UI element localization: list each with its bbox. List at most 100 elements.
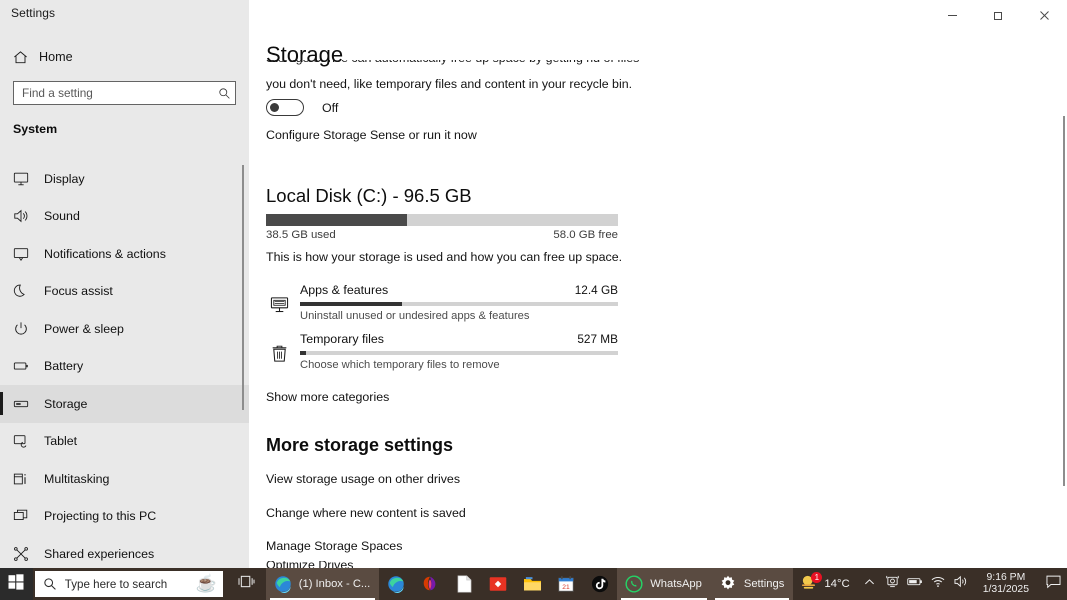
sidebar: Home System — [0, 0, 249, 568]
sidebar-item-home[interactable]: Home — [0, 44, 249, 70]
webcam-tray-button[interactable] — [881, 568, 904, 600]
disk-free-label: 58.0 GB free — [553, 229, 618, 241]
search-icon — [35, 577, 65, 591]
link-view-storage-usage[interactable]: View storage usage on other drives — [266, 472, 466, 486]
sidebar-item-tablet[interactable]: Tablet — [0, 423, 249, 461]
moon-icon — [13, 283, 39, 299]
tablet-icon — [13, 433, 39, 449]
link-optimize-drives-clipped[interactable]: Optimize Drives — [266, 561, 566, 568]
battery-tray-button[interactable] — [904, 568, 927, 600]
start-button[interactable] — [0, 568, 33, 600]
sidebar-item-storage[interactable]: Storage — [0, 385, 249, 423]
tray-clock[interactable]: 9:16 PM 1/31/2025 — [973, 568, 1039, 600]
taskbar-app-file-explorer[interactable] — [515, 568, 549, 600]
wifi-tray-button[interactable] — [927, 568, 950, 600]
taskbar-app-whatsapp[interactable]: WhatsApp — [617, 568, 711, 600]
minimize-button[interactable] — [929, 0, 975, 31]
storage-sense-toggle[interactable] — [266, 99, 304, 116]
sidebar-item-sound[interactable]: Sound — [0, 198, 249, 236]
configure-storage-sense-link[interactable]: Configure Storage Sense or run it now — [266, 128, 477, 142]
close-button[interactable] — [1021, 0, 1067, 31]
storage-category-bar — [300, 302, 618, 306]
sidebar-item-label: Display — [44, 171, 85, 186]
storage-sense-toggle-label: Off — [322, 100, 339, 115]
taskbar-app-red[interactable] — [481, 568, 515, 600]
power-icon — [13, 321, 39, 337]
sidebar-item-focus-assist[interactable]: Focus assist — [0, 273, 249, 311]
main-scrollbar[interactable] — [1063, 116, 1065, 486]
sidebar-item-multitasking[interactable]: Multitasking — [0, 460, 249, 498]
storage-sense-toggle-row: Off — [266, 99, 338, 116]
notification-icon — [13, 246, 39, 262]
disk-usage-bar-used — [266, 214, 407, 226]
disk-usage-bar — [266, 214, 618, 226]
weather-notification-badge: 1 — [811, 572, 823, 583]
storage-category-bar-fill — [300, 351, 307, 355]
storage-category-name: Apps & features — [300, 283, 389, 297]
gear-icon — [718, 574, 738, 594]
sidebar-nav-list: Display Sound Notifications & actions Fo… — [0, 160, 249, 568]
projecting-icon — [13, 508, 39, 524]
hot-beverage-icon: ☕ — [195, 574, 217, 593]
sidebar-item-label: Tablet — [44, 434, 78, 449]
sidebar-item-display[interactable]: Display — [0, 160, 249, 198]
red-app-icon — [488, 574, 508, 594]
tiktok-icon — [590, 574, 610, 594]
document-icon — [454, 574, 474, 594]
taskbar-app-inbox[interactable]: (1) Inbox - C... — [265, 568, 380, 600]
chevron-up-icon — [864, 575, 875, 593]
tray-weather[interactable]: 1 14°C — [793, 568, 857, 600]
sidebar-item-battery[interactable]: Battery — [0, 348, 249, 386]
sidebar-section-header: System — [13, 122, 58, 136]
taskbar-app-document[interactable] — [447, 568, 481, 600]
sidebar-item-projecting[interactable]: Projecting to this PC — [0, 498, 249, 536]
close-icon — [1039, 11, 1049, 20]
storage-category-temporary-files[interactable]: Temporary files 527 MB Choose which temp… — [266, 328, 618, 377]
search-input[interactable] — [14, 86, 213, 100]
storage-category-header: Temporary files 527 MB — [300, 328, 618, 346]
windows-start-icon — [8, 573, 24, 595]
system-tray: 1 14°C 9:16 PM 1/31/2025 — [793, 568, 1067, 600]
taskbar-app-edge[interactable] — [379, 568, 413, 600]
sidebar-home-label: Home — [39, 50, 73, 64]
taskbar-search-box[interactable]: Type here to search ☕ — [34, 571, 223, 597]
sidebar-item-label: Projecting to this PC — [44, 509, 157, 524]
sidebar-scrollbar[interactable] — [241, 165, 244, 410]
search-setting-box[interactable] — [13, 81, 236, 105]
webcam-icon — [886, 575, 899, 593]
storage-category-apps-features[interactable]: Apps & features 12.4 GB Uninstall unused… — [266, 279, 618, 328]
taskbar-app-office[interactable] — [413, 568, 447, 600]
calendar-icon: 21 — [556, 574, 576, 594]
sidebar-item-notifications[interactable]: Notifications & actions — [0, 235, 249, 273]
taskbar-app-tiktok[interactable] — [583, 568, 617, 600]
title-bar: Settings — [0, 0, 1067, 31]
svg-text:21: 21 — [563, 584, 571, 591]
restore-button[interactable] — [975, 0, 1021, 31]
sidebar-item-power-sleep[interactable]: Power & sleep — [0, 310, 249, 348]
tray-time: 9:16 PM — [986, 571, 1026, 583]
home-icon — [13, 50, 35, 65]
link-manage-storage-spaces[interactable]: Manage Storage Spaces — [266, 539, 466, 553]
action-center-button[interactable] — [1039, 568, 1067, 600]
show-hidden-icons-button[interactable] — [858, 568, 881, 600]
restore-icon — [993, 12, 1002, 20]
microsoft-edge-icon — [273, 574, 293, 594]
taskbar-app-label: WhatsApp — [650, 578, 702, 590]
volume-tray-button[interactable] — [950, 568, 973, 600]
storage-sense-description: you don't need, like temporary files and… — [266, 77, 633, 91]
taskbar-app-calendar[interactable]: 21 — [549, 568, 583, 600]
window-title: Settings — [11, 6, 56, 20]
battery-icon — [13, 358, 39, 374]
wifi-icon — [931, 575, 945, 593]
tray-date: 1/31/2025 — [982, 584, 1029, 595]
sidebar-item-shared-experiences[interactable]: Shared experiences — [0, 535, 249, 568]
battery-tray-icon — [907, 575, 923, 593]
multitasking-icon — [13, 471, 39, 487]
task-view-button[interactable] — [231, 568, 262, 600]
sidebar-item-label: Battery — [44, 359, 84, 374]
show-more-categories-link[interactable]: Show more categories — [266, 390, 389, 404]
minimize-icon — [947, 15, 957, 16]
link-change-where-content-saved[interactable]: Change where new content is saved — [266, 506, 466, 520]
taskbar-app-settings[interactable]: Settings — [710, 568, 794, 600]
storage-icon — [13, 396, 39, 412]
